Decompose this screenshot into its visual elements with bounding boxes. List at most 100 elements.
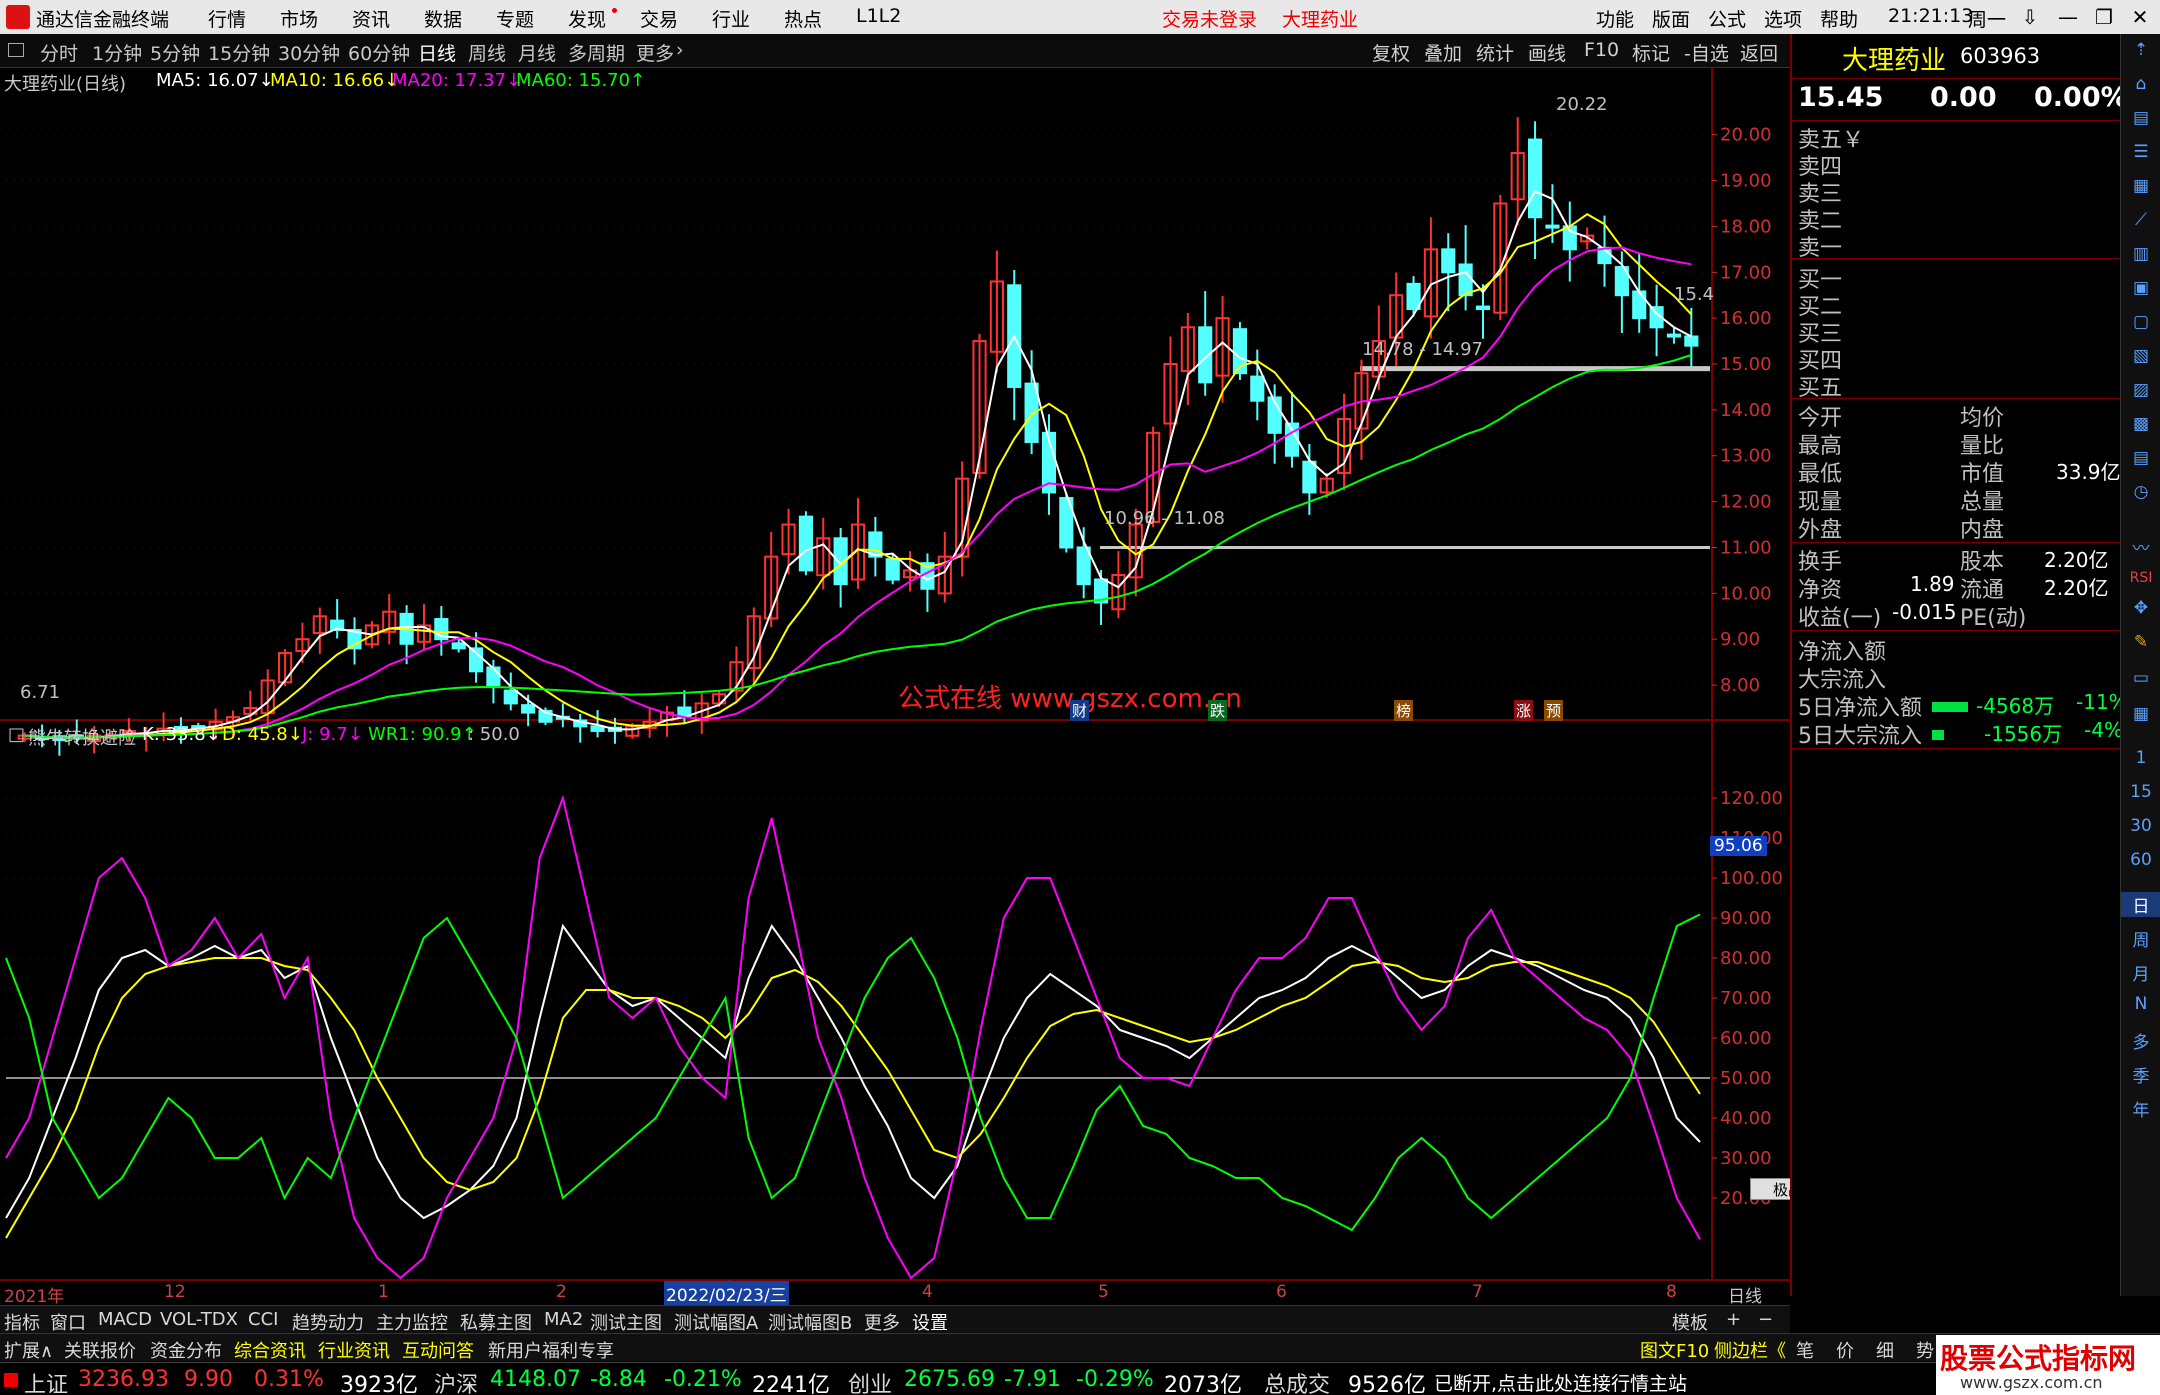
trend-icon[interactable]: ⟋ xyxy=(2121,210,2160,230)
event-marker-bang[interactable]: 榜 xyxy=(1394,700,1414,721)
move-icon[interactable]: ✥ xyxy=(2121,598,2160,618)
menu-faxian[interactable]: 发现 xyxy=(568,5,606,32)
btn-diejia[interactable]: 叠加 xyxy=(1424,39,1462,66)
btn-huaxian[interactable]: 画线 xyxy=(1528,39,1566,66)
toggle-panel-icon[interactable] xyxy=(8,43,24,57)
home-icon[interactable]: ⌂ xyxy=(2121,74,2160,94)
sidebar-n[interactable]: N xyxy=(2121,994,2160,1014)
table-icon[interactable]: ▧ xyxy=(2121,346,2160,366)
period-multi[interactable]: 多周期 xyxy=(568,39,625,66)
f10-icon[interactable]: ▢ xyxy=(2121,312,2160,332)
tab-macd[interactable]: MACD xyxy=(98,1309,152,1330)
sidebar-multi[interactable]: 多 xyxy=(2121,1028,2160,1053)
sidebar-year[interactable]: 年 xyxy=(2121,1096,2160,1121)
collapse-icon[interactable]: □ xyxy=(8,724,25,745)
btn-tongji[interactable]: 统计 xyxy=(1476,39,1514,66)
sidebar-monthly[interactable]: 月 xyxy=(2121,960,2160,985)
chevron-right-icon[interactable]: › xyxy=(676,39,684,61)
menu-hangye[interactable]: 行业 xyxy=(712,5,750,32)
event-marker-cai[interactable]: 财 xyxy=(1070,700,1090,721)
status-bar[interactable]: 上证 3236.93 9.90 0.31% 3923亿 沪深 4148.07 -… xyxy=(0,1335,2160,1395)
tab-add[interactable]: + xyxy=(1726,1309,1741,1330)
tab-hangyezixun[interactable]: 行业资讯 xyxy=(318,1337,390,1363)
kline-icon[interactable]: ▦ xyxy=(2121,176,2160,196)
period-more[interactable]: 更多 xyxy=(636,39,674,66)
tab-qushidongli[interactable]: 趋势动力 xyxy=(292,1309,364,1335)
list-icon[interactable]: ☰ xyxy=(2121,142,2160,162)
menu-l1l2[interactable]: L1L2 xyxy=(856,5,901,27)
event-marker-zhang[interactable]: 涨 xyxy=(1514,700,1534,721)
finance-icon[interactable]: ▤ xyxy=(2121,108,2160,128)
event-marker-die[interactable]: 跌 xyxy=(1208,700,1228,721)
tab-ma2[interactable]: MA2 xyxy=(544,1309,583,1330)
chart-icon[interactable]: 〰 xyxy=(2121,534,2160,559)
period-60min[interactable]: 60分钟 xyxy=(348,39,410,66)
tab-tuwenf10[interactable]: 图文F10 xyxy=(1640,1337,1709,1363)
clock-icon[interactable]: ◷ xyxy=(2121,482,2160,502)
period-weekly[interactable]: 周线 xyxy=(468,39,506,66)
sidebar-1min[interactable]: 1 xyxy=(2121,748,2160,768)
menu-zixun[interactable]: 资讯 xyxy=(352,5,390,32)
tab-bi[interactable]: 笔 xyxy=(1796,1337,1814,1363)
sidebar-30min[interactable]: 30 xyxy=(2121,816,2160,836)
sidebar-15min[interactable]: 15 xyxy=(2121,782,2160,802)
period-1min[interactable]: 1分钟 xyxy=(92,39,142,66)
menu-hangqing[interactable]: 行情 xyxy=(208,5,246,32)
chart-area[interactable]: 8.00 9.00 10.00 11.00 12.00 13.00 14.00 15.00 16… xyxy=(0,68,1906,1307)
tab-zhulijiankong[interactable]: 主力监控 xyxy=(376,1309,448,1335)
calc-icon[interactable]: ▦ xyxy=(2121,704,2160,724)
menu-gongshi[interactable]: 公式 xyxy=(1708,5,1746,32)
menu-banmian[interactable]: 版面 xyxy=(1652,5,1690,32)
sidebar-weekly[interactable]: 周 xyxy=(2121,926,2160,951)
tab-zijinfenbu[interactable]: 资金分布 xyxy=(150,1337,222,1363)
period-monthly[interactable]: 月线 xyxy=(518,39,556,66)
menu-shichang[interactable]: 市场 xyxy=(280,5,318,32)
tab-ceshifutu-b[interactable]: 测试幅图B xyxy=(768,1309,852,1335)
period-30min[interactable]: 30分钟 xyxy=(278,39,340,66)
connection-message[interactable]: 已断开,点击此处连接行情主站 xyxy=(1434,1369,1687,1395)
btn-zixuan[interactable]: -自选 xyxy=(1684,39,1729,66)
chart-svg[interactable]: 8.00 9.00 10.00 11.00 12.00 13.00 14.00 15.00 16… xyxy=(0,68,1790,1296)
tab-xi[interactable]: 细 xyxy=(1876,1337,1894,1363)
menu-bangzhu[interactable]: 帮助 xyxy=(1820,5,1858,32)
menu-redian[interactable]: 热点 xyxy=(784,5,822,32)
period-daily[interactable]: 日线 xyxy=(418,39,456,66)
sidebar-rsi[interactable]: RSI xyxy=(2121,570,2160,586)
btn-biaoji[interactable]: 标记 xyxy=(1632,39,1670,66)
sidebar-60min[interactable]: 60 xyxy=(2121,850,2160,870)
minimize-icon[interactable]: — xyxy=(2050,2,2086,32)
sidebar-daily[interactable]: 日 xyxy=(2121,892,2160,917)
tab-vol-tdx[interactable]: VOL-TDX xyxy=(160,1309,238,1330)
period-fenshi[interactable]: 分时 xyxy=(40,39,78,66)
tab-simuzhutu[interactable]: 私募主图 xyxy=(460,1309,532,1335)
menu-zhuanti[interactable]: 专题 xyxy=(496,5,534,32)
btn-fuquan[interactable]: 复权 xyxy=(1372,39,1410,66)
tab-shi[interactable]: 势 xyxy=(1916,1337,1934,1363)
idx-hs-name[interactable]: 沪深 xyxy=(434,1367,478,1395)
tab-zonghezixun[interactable]: 综合资讯 xyxy=(234,1337,306,1363)
fund-icon[interactable]: ▩ xyxy=(2121,414,2160,434)
sidebar-season[interactable]: 季 xyxy=(2121,1062,2160,1087)
trade-login-alert[interactable]: 交易未登录 xyxy=(1162,5,1257,32)
idx-sh-name[interactable]: 上证 xyxy=(24,1367,68,1395)
menu-jiaoyi[interactable]: 交易 xyxy=(640,5,678,32)
bars-icon[interactable]: ▥ xyxy=(2121,244,2160,264)
tab-remove[interactable]: − xyxy=(1758,1309,1773,1330)
tab-template[interactable]: 模板 xyxy=(1672,1309,1708,1335)
close-icon[interactable]: ✕ xyxy=(2122,2,2158,32)
tab-guanlianbaojia[interactable]: 关联报价 xyxy=(64,1337,136,1363)
event-marker-yu[interactable]: 预 xyxy=(1544,700,1564,721)
doc-icon[interactable]: ▣ xyxy=(2121,278,2160,298)
period-5min[interactable]: 5分钟 xyxy=(150,39,200,66)
restore-icon[interactable]: ❐ xyxy=(2086,2,2122,32)
menu-gongneng[interactable]: 功能 xyxy=(1596,5,1634,32)
tab-ceshifutu-a[interactable]: 测试幅图A xyxy=(674,1309,758,1335)
idx-cy-name[interactable]: 创业 xyxy=(848,1367,892,1395)
menu-xuanxiang[interactable]: 选项 xyxy=(1764,5,1802,32)
tab-zhibiao[interactable]: 指标 xyxy=(4,1309,40,1335)
btn-f10[interactable]: F10 xyxy=(1584,39,1619,61)
download-icon[interactable]: ⇩ xyxy=(2012,2,2048,32)
current-stock-alert[interactable]: 大理药业 xyxy=(1282,5,1358,32)
tab-hudongwenda[interactable]: 互动问答 xyxy=(402,1337,474,1363)
indicator-title[interactable]: 熊牛转换避险 xyxy=(28,724,136,750)
